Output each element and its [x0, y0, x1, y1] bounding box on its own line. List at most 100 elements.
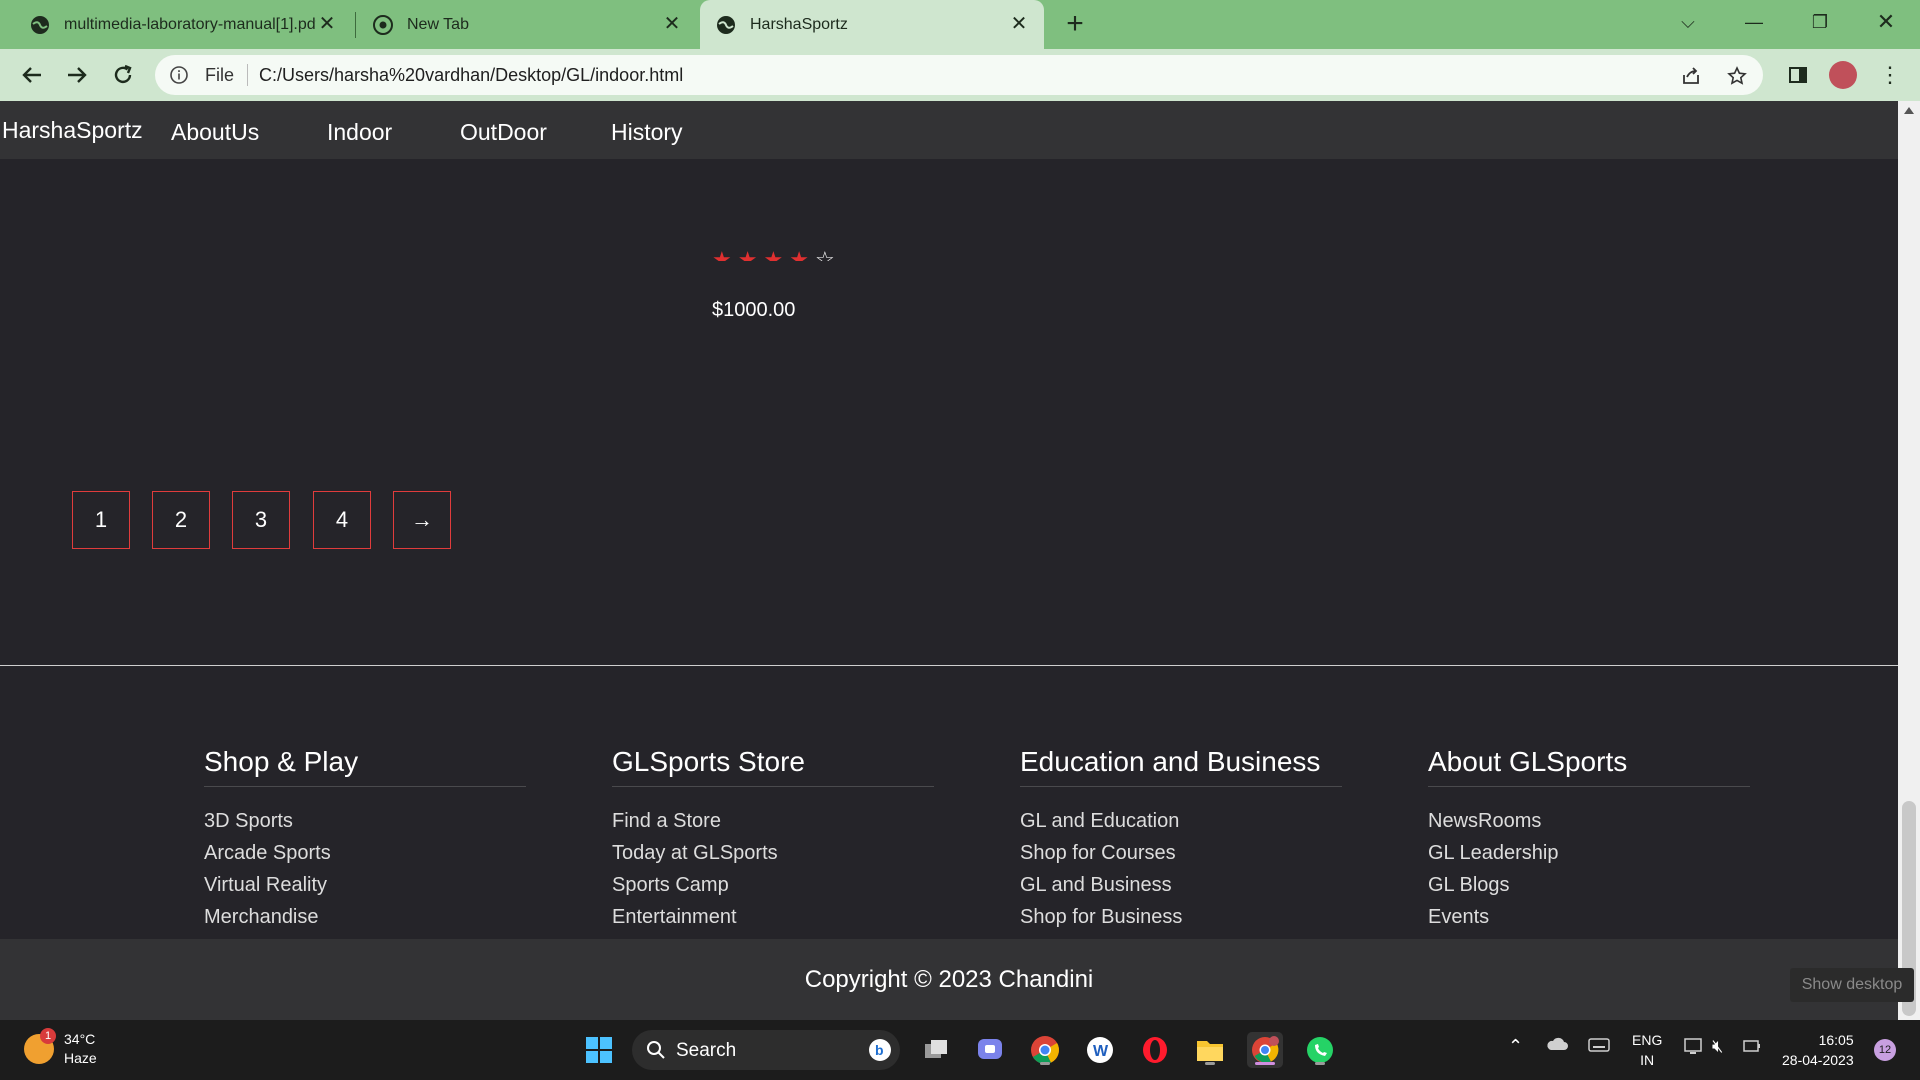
- page-button-2[interactable]: 2: [152, 491, 210, 549]
- weather-haze-icon: 1: [24, 1028, 56, 1064]
- bing-icon[interactable]: b: [868, 1038, 892, 1062]
- speaker-muted-icon[interactable]: 🔇︎: [1712, 1036, 1723, 1057]
- footer-column-about: About GLSports NewsRooms GL Leadership G…: [1428, 746, 1750, 965]
- notification-count-badge[interactable]: 12: [1874, 1039, 1896, 1061]
- system-clock[interactable]: 16:05 28-04-2023: [1782, 1030, 1854, 1070]
- page-scrollbar[interactable]: [1898, 101, 1920, 1020]
- close-tab-icon[interactable]: ✕: [316, 13, 338, 35]
- footer-link[interactable]: GL and Business: [1020, 869, 1342, 901]
- info-icon[interactable]: [169, 65, 189, 85]
- windows-start-icon[interactable]: [581, 1032, 617, 1068]
- minimize-icon[interactable]: —: [1724, 0, 1784, 44]
- close-tab-icon[interactable]: ✕: [661, 13, 683, 35]
- footer-link[interactable]: GL Leadership: [1428, 837, 1750, 869]
- clock-time: 16:05: [1818, 1032, 1854, 1048]
- tab-pdf[interactable]: multimedia-laboratory-manual[1].pdf ✕: [0, 0, 352, 49]
- word-app-icon[interactable]: W: [1082, 1032, 1118, 1068]
- globe-icon: [31, 15, 49, 34]
- weather-widget[interactable]: 1 34°C Haze: [24, 1028, 97, 1068]
- nav-link-history[interactable]: History: [611, 119, 683, 146]
- tab-harshasportz[interactable]: HarshaSportz ✕: [700, 0, 1044, 49]
- site-navbar: HarshaSportz AboutUs Indoor OutDoor Hist…: [0, 101, 1898, 159]
- nav-link-aboutus[interactable]: AboutUs: [171, 119, 259, 146]
- page-button-4[interactable]: 4: [313, 491, 371, 549]
- address-bar[interactable]: File C:/Users/harsha%20vardhan/Desktop/G…: [155, 55, 1763, 95]
- browser-toolbar: File C:/Users/harsha%20vardhan/Desktop/G…: [0, 49, 1920, 101]
- running-indicator: [1205, 1062, 1215, 1065]
- product-price: $1000.00: [712, 299, 796, 321]
- footer-column-education: Education and Business GL and Education …: [1020, 746, 1342, 965]
- opera-icon[interactable]: [1137, 1032, 1173, 1068]
- footer-heading: Shop & Play: [204, 746, 526, 787]
- footer-link[interactable]: Arcade Sports: [204, 837, 526, 869]
- side-panel-icon[interactable]: [1784, 61, 1812, 89]
- back-icon[interactable]: [18, 61, 46, 89]
- footer-link[interactable]: Virtual Reality: [204, 869, 526, 901]
- teams-chat-icon[interactable]: [972, 1032, 1008, 1068]
- web-page: ★★★★☆ $1000.00 HarshaSportz AboutUs Indo…: [0, 101, 1898, 1020]
- forward-icon[interactable]: [63, 61, 91, 89]
- share-icon[interactable]: [1679, 64, 1703, 88]
- footer-column-shop-play: Shop & Play 3D Sports Arcade Sports Virt…: [204, 746, 526, 965]
- nav-link-outdoor[interactable]: OutDoor: [460, 119, 547, 146]
- site-brand[interactable]: HarshaSportz: [2, 117, 143, 144]
- bookmark-star-icon[interactable]: [1725, 64, 1749, 88]
- task-view-icon[interactable]: [918, 1032, 954, 1068]
- keyboard-icon[interactable]: [1588, 1038, 1610, 1055]
- battery-icon[interactable]: [1742, 1037, 1762, 1058]
- restore-icon[interactable]: ❐: [1790, 0, 1850, 44]
- weather-temp: 34°C: [64, 1031, 96, 1047]
- show-desktop-tooltip: Show desktop: [1790, 968, 1914, 1002]
- reload-icon[interactable]: [109, 61, 137, 89]
- taskbar-search[interactable]: Search b: [632, 1030, 900, 1070]
- nav-link-indoor[interactable]: Indoor: [327, 119, 392, 146]
- footer-link[interactable]: Shop for Courses: [1020, 837, 1342, 869]
- star-filled-icon: ★: [763, 247, 790, 261]
- file-explorer-icon[interactable]: [1192, 1032, 1228, 1068]
- weather-condition: Haze: [64, 1050, 97, 1066]
- chrome-icon: [373, 14, 393, 35]
- footer-link[interactable]: Shop for Business: [1020, 901, 1342, 933]
- close-window-icon[interactable]: ✕: [1856, 0, 1916, 44]
- footer-heading: Education and Business: [1020, 746, 1342, 787]
- scheme-label: File: [205, 65, 235, 85]
- star-empty-icon: ☆: [814, 247, 841, 261]
- footer-link[interactable]: Sports Camp: [612, 869, 934, 901]
- clock-date: 28-04-2023: [1782, 1052, 1854, 1068]
- url-text[interactable]: C:/Users/harsha%20vardhan/Desktop/GL/ind…: [259, 65, 683, 86]
- tab-title: HarshaSportz: [750, 15, 848, 33]
- tab-new-tab[interactable]: New Tab ✕: [355, 0, 697, 49]
- footer-link[interactable]: Find a Store: [612, 805, 934, 837]
- page-button-3[interactable]: 3: [232, 491, 290, 549]
- close-tab-icon[interactable]: ✕: [1008, 13, 1030, 35]
- page-button-1[interactable]: 1: [72, 491, 130, 549]
- chrome-icon[interactable]: [1027, 1032, 1063, 1068]
- footer-link[interactable]: 3D Sports: [204, 805, 526, 837]
- star-filled-icon: ★: [737, 247, 764, 261]
- search-label: Search: [676, 1040, 737, 1061]
- footer-link[interactable]: GL Blogs: [1428, 869, 1750, 901]
- footer-link[interactable]: NewsRooms: [1428, 805, 1750, 837]
- tab-search-chevron-icon[interactable]: ⌵: [1658, 0, 1718, 44]
- footer-link[interactable]: Events: [1428, 901, 1750, 933]
- menu-kebab-icon[interactable]: ⋮: [1876, 61, 1904, 89]
- globe-icon: [717, 15, 735, 34]
- running-indicator: [1040, 1062, 1050, 1065]
- new-tab-plus-icon[interactable]: +: [1060, 9, 1090, 39]
- profile-avatar[interactable]: [1829, 61, 1857, 89]
- onedrive-cloud-icon[interactable]: [1546, 1036, 1568, 1055]
- tray-chevron-up-icon[interactable]: ⌃: [1508, 1036, 1523, 1057]
- footer-link[interactable]: Entertainment: [612, 901, 934, 933]
- language-indicator[interactable]: ENG IN: [1632, 1030, 1662, 1070]
- search-icon: [647, 1041, 665, 1059]
- next-page-arrow-button[interactable]: →: [393, 491, 451, 549]
- footer-link[interactable]: GL and Education: [1020, 805, 1342, 837]
- network-icon[interactable]: [1684, 1038, 1706, 1059]
- whatsapp-icon[interactable]: [1302, 1032, 1338, 1068]
- footer-link[interactable]: Today at GLSports: [612, 837, 934, 869]
- chrome-profile-icon[interactable]: [1247, 1032, 1283, 1068]
- svg-text:W: W: [1093, 1043, 1109, 1060]
- footer-heading: About GLSports: [1428, 746, 1750, 787]
- scroll-up-arrow-icon[interactable]: [1904, 107, 1914, 114]
- footer-link[interactable]: Merchandise: [204, 901, 526, 933]
